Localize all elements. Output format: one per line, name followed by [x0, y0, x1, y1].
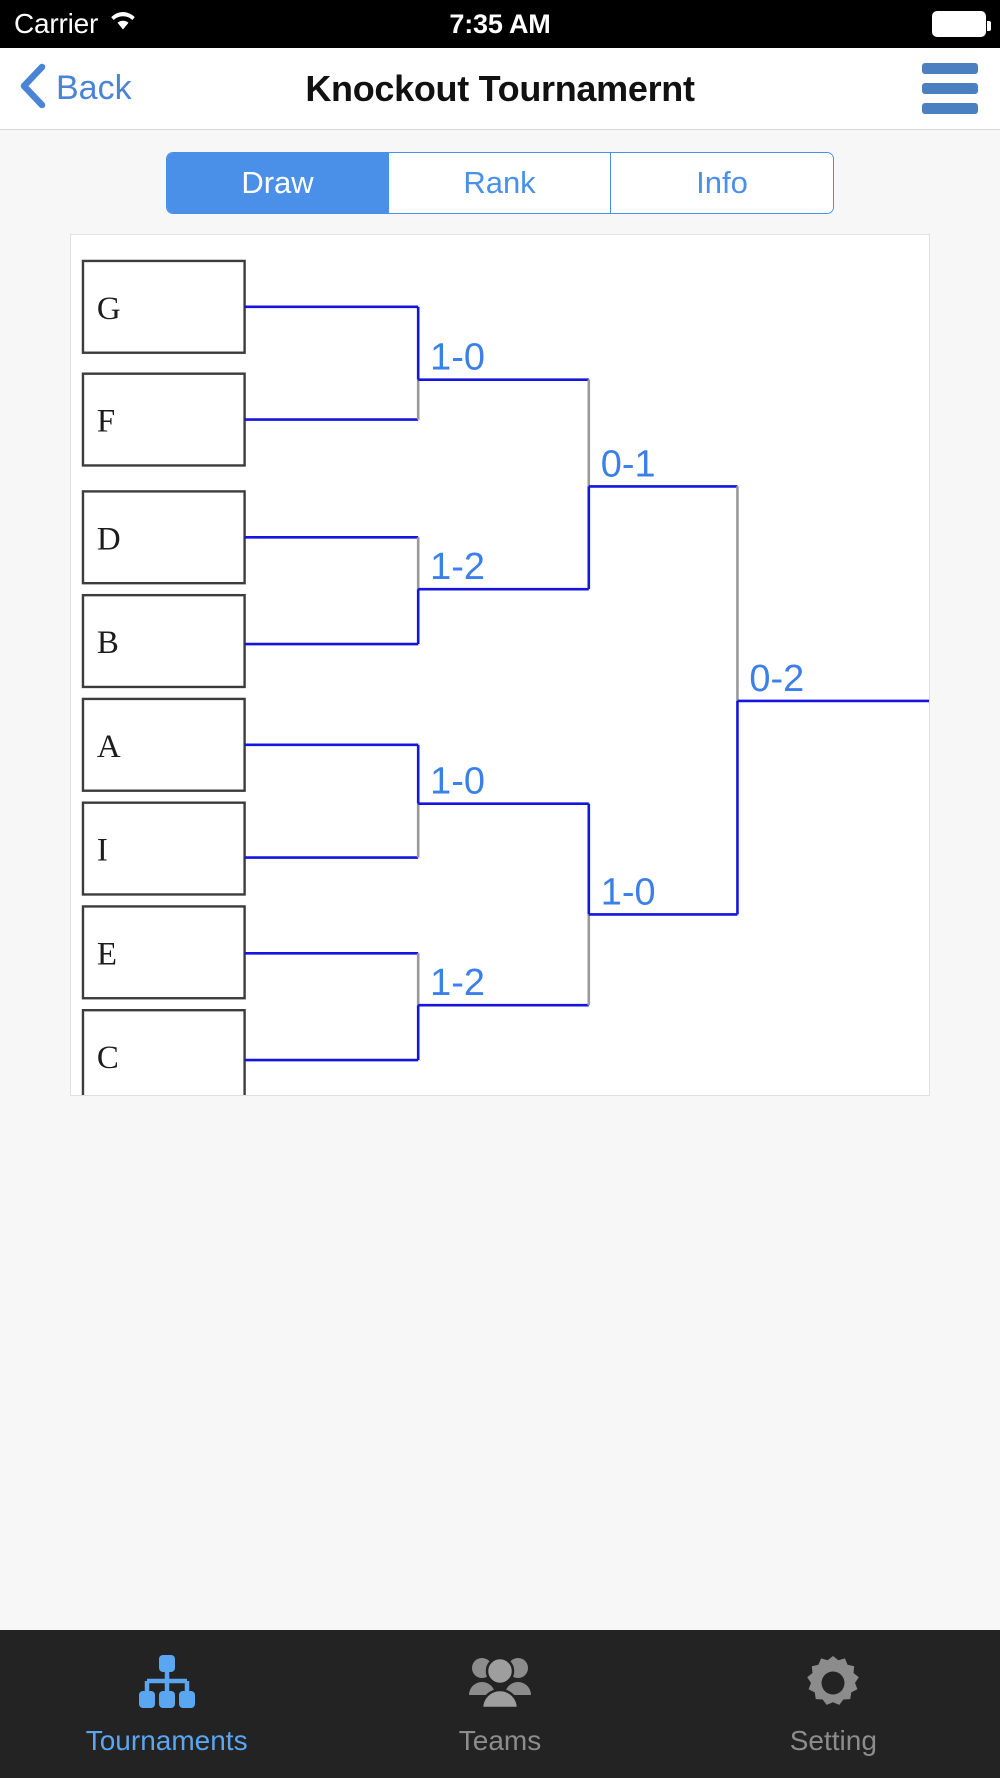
match-connector-sf1: 0-1 — [587, 379, 738, 590]
segmented-control: Draw Rank Info — [166, 152, 834, 214]
match-score: 1-0 — [601, 871, 656, 913]
match-score: 1-0 — [430, 761, 485, 803]
back-button[interactable]: Back — [0, 61, 132, 116]
page-title: Knockout Tournamernt — [305, 67, 695, 109]
team-name: A — [97, 729, 121, 765]
chevron-left-icon — [18, 61, 48, 116]
team-name: G — [97, 291, 121, 327]
tab-item-teams[interactable]: Teams — [333, 1630, 666, 1778]
tournament-bracket-diagram: G F D B A I E C 1-0 1-2 1-0 1-2 0-1 1-0 … — [81, 259, 929, 1095]
match-connector-final: 0-2 — [736, 486, 929, 915]
main-content: Draw Rank Info G F D B A I E C 1-0 1-2 1… — [0, 130, 1000, 1630]
team-name: B — [97, 625, 119, 661]
match-score: 1-2 — [430, 962, 485, 1004]
hamburger-bar — [922, 103, 978, 114]
wifi-icon — [108, 8, 138, 40]
tab-label-teams: Teams — [458, 1725, 542, 1756]
segmented-control-wrap: Draw Rank Info — [0, 130, 1000, 214]
match-connector-qf1: 1-0 — [244, 305, 589, 421]
match-score: 0-2 — [749, 658, 804, 700]
tab-bar: Tournaments Teams Setting — [0, 1630, 1000, 1778]
status-bar-time: 7:35 AM — [449, 8, 551, 39]
tab-item-tournaments[interactable]: Tournaments — [0, 1630, 333, 1778]
team-name: E — [97, 936, 117, 972]
tab-label-tournaments: Tournaments — [85, 1725, 248, 1756]
team-box-group: G F D B A I E C — [81, 259, 246, 1095]
match-score: 1-0 — [430, 337, 485, 379]
status-bar-right — [932, 11, 1000, 37]
back-button-label: Back — [56, 69, 132, 107]
hamburger-bar — [922, 63, 978, 74]
team-name: C — [97, 1040, 119, 1076]
people-icon — [467, 1651, 533, 1715]
match-score: 1-2 — [430, 546, 485, 588]
tab-item-setting[interactable]: Setting — [667, 1630, 1000, 1778]
match-connector-qf4: 1-2 — [244, 952, 589, 1062]
match-connector-qf3: 1-0 — [244, 743, 589, 859]
team-name: F — [97, 404, 115, 440]
tab-draw[interactable]: Draw — [167, 153, 389, 213]
bracket-panel[interactable]: G F D B A I E C 1-0 1-2 1-0 1-2 0-1 1-0 … — [70, 234, 930, 1096]
tab-label-setting: Setting — [789, 1725, 877, 1756]
nav-bar: Back Knockout Tournamernt — [0, 48, 1000, 130]
tab-rank[interactable]: Rank — [389, 153, 611, 213]
hierarchy-icon — [136, 1651, 198, 1715]
status-bar-left: Carrier — [0, 8, 138, 40]
match-score: 0-1 — [601, 443, 656, 485]
gear-icon — [803, 1651, 863, 1715]
team-name: I — [97, 833, 108, 869]
team-name: D — [97, 521, 121, 557]
match-connector-qf2: 1-2 — [244, 536, 589, 646]
match-connector-sf2: 1-0 — [587, 803, 738, 1006]
hamburger-menu-icon[interactable] — [922, 63, 1000, 114]
tab-info[interactable]: Info — [611, 153, 833, 213]
carrier-label: Carrier — [14, 8, 99, 39]
hamburger-bar — [922, 83, 978, 94]
battery-icon — [932, 11, 991, 37]
status-bar: Carrier 7:35 AM — [0, 0, 1000, 48]
